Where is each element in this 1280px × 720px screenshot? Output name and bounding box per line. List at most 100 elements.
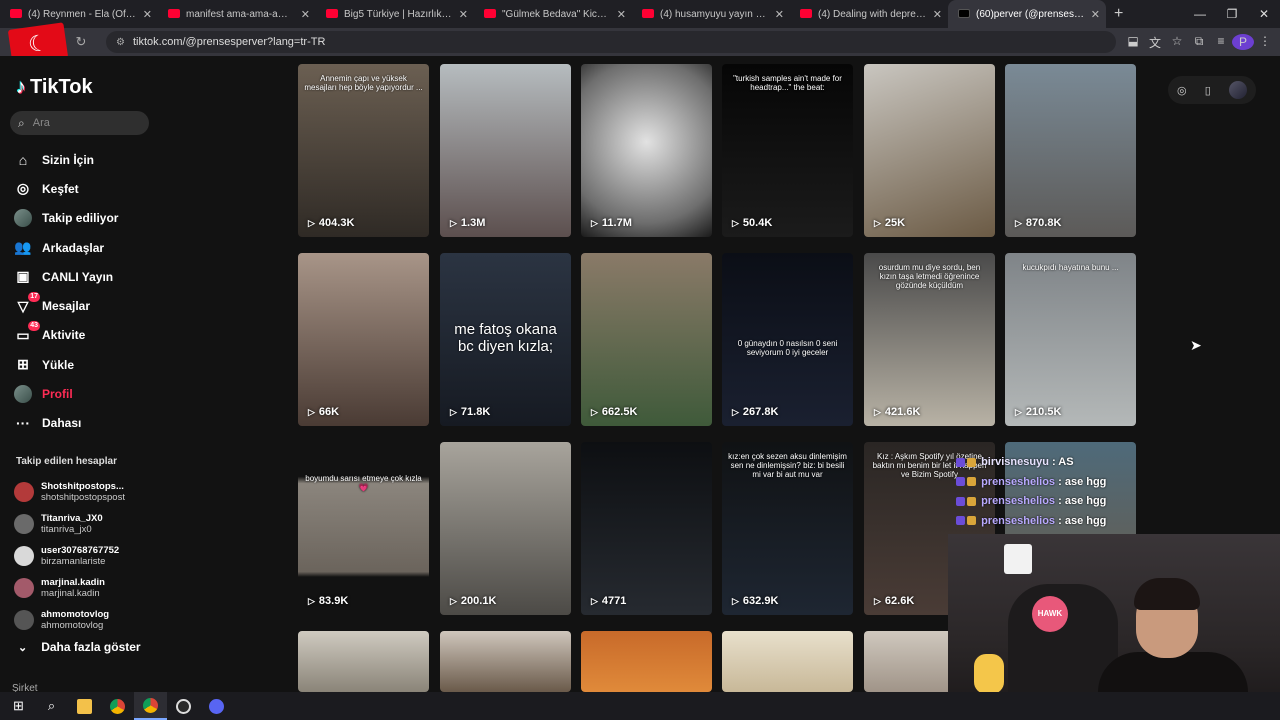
account-handle: shotshitpostopspost <box>41 492 125 503</box>
chat-text: : ase hgg <box>1058 475 1107 488</box>
file-explorer-icon[interactable] <box>68 692 101 720</box>
chat-text: : AS <box>1051 456 1074 468</box>
show-more-button[interactable]: ⌄ Daha fazla göster <box>18 640 141 654</box>
video-card[interactable]: 0 günaydın 0 nasılsın 0 seni seviyorum 0… <box>722 253 853 426</box>
minimize-icon[interactable]: — <box>1184 0 1216 28</box>
video-card[interactable]: ▷ 25K <box>864 64 995 237</box>
menu-kebab-icon[interactable]: ⋮ <box>1254 34 1276 51</box>
video-card[interactable]: ▷ 662.5K <box>581 253 712 426</box>
nav-item[interactable]: ··· Dahası <box>14 409 118 438</box>
browser-tab[interactable]: (60)perver (@prensesperver) | T ✕ <box>948 0 1106 28</box>
chat-message: prenseshelios : ase hgg <box>956 495 1136 515</box>
close-tab-icon[interactable]: ✕ <box>1091 8 1100 21</box>
video-card[interactable]: ▷ 1.3M <box>440 64 571 237</box>
chrome-icon[interactable] <box>101 692 134 720</box>
nav-item[interactable]: 👥 Arkadaşlar <box>14 233 118 262</box>
close-window-icon[interactable]: ✕ <box>1248 0 1280 28</box>
close-tab-icon[interactable]: ✕ <box>459 8 468 21</box>
video-card[interactable] <box>722 631 853 692</box>
video-card[interactable]: Annemin çapı ve yüksek mesajları hep böy… <box>298 64 429 237</box>
video-card[interactable]: ▷ 870.8K <box>1005 64 1136 237</box>
close-tab-icon[interactable]: ✕ <box>143 8 152 21</box>
extensions-icon[interactable]: ⧉ <box>1188 34 1210 51</box>
chevron-down-icon: ⌄ <box>18 641 28 654</box>
url-field[interactable]: ⚙ tiktok.com/@prensesperver?lang=tr-TR <box>106 31 1116 53</box>
new-tab-icon[interactable]: + <box>1114 5 1123 23</box>
nav-item[interactable]: Profil <box>14 379 118 408</box>
site-info-icon[interactable]: ⚙ <box>116 37 125 48</box>
browser-tab[interactable]: (4) Dealing with depression - Y ✕ <box>790 0 948 28</box>
video-caption: kız:en çok sezen aksu dinlemişim sen ne … <box>728 452 847 479</box>
nav-item[interactable]: ▣ CANLI Yayın <box>14 262 118 291</box>
chat-badge-icon <box>956 457 965 467</box>
video-caption: Annemin çapı ve yüksek mesajları hep böy… <box>304 74 423 92</box>
profile-button[interactable]: P <box>1232 33 1254 51</box>
following-avatar-icon <box>14 209 32 228</box>
close-tab-icon[interactable]: ✕ <box>617 8 626 21</box>
bookmark-star-icon[interactable]: ☆ <box>1166 34 1188 51</box>
browser-tab[interactable]: "Gülmek Bedava" Kick & Twitch ✕ <box>474 0 632 28</box>
nav-item[interactable]: ⌂ Sizin İçin <box>14 145 118 174</box>
followed-account[interactable]: Titanriva_JX0 titanriva_jx0 <box>14 508 125 540</box>
upload-icon: ⊞ <box>17 356 29 373</box>
play-icon: ▷ <box>450 595 457 606</box>
nav-item[interactable]: ▽ 17 Mesajlar <box>14 291 118 320</box>
video-card[interactable]: ▷ 11.7M <box>581 64 712 237</box>
video-card[interactable]: osurdum mu diye sordu, ben kızın taşa le… <box>864 253 995 426</box>
browser-tab[interactable]: manifest ama-ama-amatör lans ✕ <box>158 0 316 28</box>
media-control-icon[interactable]: ≡ <box>1210 34 1232 51</box>
taskbar-search-icon[interactable]: ⌕ <box>35 692 68 720</box>
browser-tab[interactable]: Big5 Türkiye | Hazırlık Sezonu | ✕ <box>316 0 474 28</box>
video-card[interactable]: ▷ 66K <box>298 253 429 426</box>
chat-message: birvisnesuyu : AS <box>956 456 1136 476</box>
nav-item[interactable]: ◎ Keşfet <box>14 174 118 203</box>
install-icon[interactable]: ⬓ <box>1122 34 1144 51</box>
nav-item[interactable]: ▭ 43 Aktivite <box>14 321 118 350</box>
url-text: tiktok.com/@prensesperver?lang=tr-TR <box>132 36 326 48</box>
user-avatar[interactable] <box>1228 81 1247 99</box>
obs-icon[interactable] <box>167 692 200 720</box>
video-card[interactable] <box>298 631 429 692</box>
windows-start-icon[interactable]: ⊞ <box>2 692 35 720</box>
chrome-active-icon[interactable] <box>134 692 167 720</box>
nav-item[interactable]: Takip ediliyor <box>14 204 118 233</box>
chat-text: : ase hgg <box>1058 495 1107 507</box>
coin-icon[interactable]: ◎ <box>1177 84 1187 97</box>
device-icon[interactable]: ▯ <box>1205 84 1211 97</box>
youtube-favicon-icon <box>326 9 338 18</box>
view-count-text: 25K <box>884 217 906 229</box>
browser-tab[interactable]: (4) husamyuyu yayın vakti 12 - ✕ <box>632 0 790 28</box>
tab-title: (4) Reynmen - Ela (Official Video <box>28 8 137 20</box>
close-tab-icon[interactable]: ✕ <box>775 8 784 21</box>
tiktok-note-icon: ♪ <box>16 76 26 98</box>
video-card[interactable]: me fatoş okana bc diyen kızla; ▷ 71.8K <box>440 253 571 426</box>
followed-account[interactable]: ahmomotovlog ahmomotovlog <box>14 604 125 636</box>
view-count-text: 267.8K <box>742 406 779 418</box>
video-card[interactable]: kucukpıdı hayatına bunu ... ▷ 210.5K <box>1005 253 1136 426</box>
discord-icon[interactable] <box>200 692 233 720</box>
video-card[interactable]: ▷ 200.1K <box>440 442 571 615</box>
account-avatar <box>14 546 34 566</box>
tab-title: (4) husamyuyu yayın vakti 12 - <box>660 8 769 20</box>
video-card[interactable] <box>440 631 571 692</box>
tiktok-logo[interactable]: ♪ TikTok <box>16 76 93 99</box>
nav-item[interactable]: ⊞ Yükle <box>14 350 118 379</box>
translate-icon[interactable]: 文 <box>1144 34 1166 51</box>
video-card[interactable]: kız:en çok sezen aksu dinlemişim sen ne … <box>722 442 853 615</box>
followed-account[interactable]: Shotshitpostops... shotshitpostopspost <box>14 476 125 508</box>
chat-badge-icon <box>967 496 976 506</box>
view-count-text: 632.9K <box>742 595 779 607</box>
video-card[interactable]: ▷ 4771 <box>581 442 712 615</box>
search-input[interactable]: ⌕ Ara <box>10 111 149 135</box>
close-tab-icon[interactable]: ✕ <box>933 8 942 21</box>
followed-account[interactable]: user30768767752 birzamanlariste <box>14 540 125 572</box>
video-card[interactable]: "turkish samples ain't made for headtrap… <box>722 64 853 237</box>
show-more-label: Daha fazla göster <box>41 640 141 654</box>
video-card[interactable] <box>581 631 712 692</box>
browser-tab[interactable]: (4) Reynmen - Ela (Official Video ✕ <box>0 0 158 28</box>
video-card[interactable]: boyumdu sarısı etmeye çok kızla 💗 ▷ 83.9K <box>298 442 429 615</box>
restore-icon[interactable]: ❐ <box>1216 0 1248 28</box>
close-tab-icon[interactable]: ✕ <box>301 8 310 21</box>
followed-account[interactable]: marjinal.kadin marjinal.kadin <box>14 572 125 604</box>
reload-icon[interactable]: ↻ <box>70 34 92 50</box>
